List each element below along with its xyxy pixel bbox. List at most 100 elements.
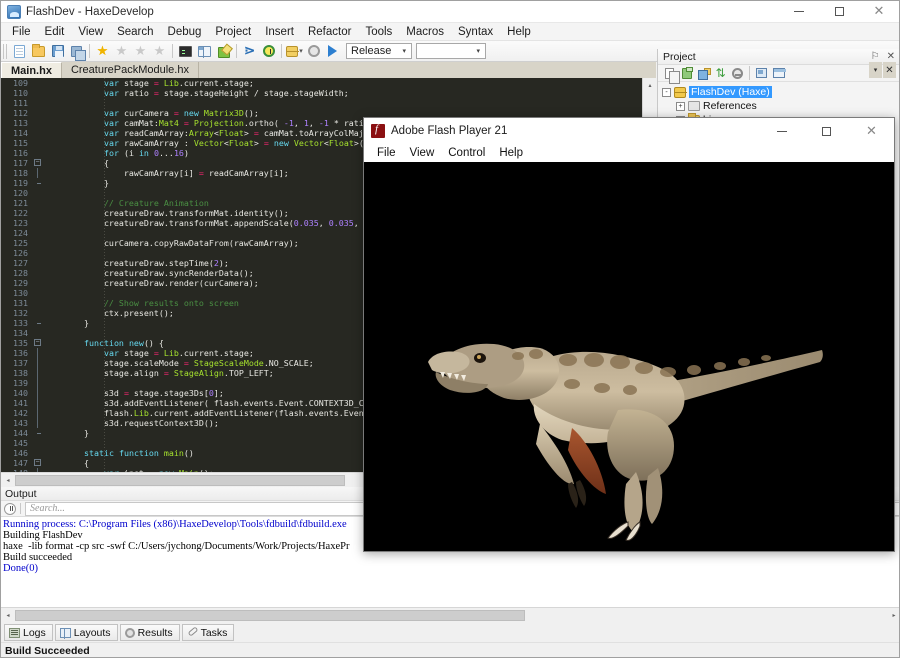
prev-bookmark-button[interactable]: ★ <box>112 42 131 60</box>
pin-icon[interactable]: ⚐ <box>867 51 884 62</box>
editor-tab-main-hx[interactable]: Main.hx <box>1 62 62 78</box>
menu-item-syntax[interactable]: Syntax <box>451 23 500 41</box>
line-number: 113 <box>1 118 32 128</box>
tree-node-references[interactable]: +References <box>662 99 900 113</box>
remove-button[interactable] <box>729 66 746 81</box>
hscroll-thumb[interactable] <box>15 475 345 486</box>
check-build-icon: ⋗ <box>244 45 256 57</box>
panels-button[interactable] <box>195 42 214 60</box>
menu-item-insert[interactable]: Insert <box>258 23 301 41</box>
output-scroll-right-icon[interactable]: ▸ <box>887 609 900 623</box>
debug-button[interactable] <box>259 42 278 60</box>
refresh-button[interactable]: ⇅ <box>712 66 729 81</box>
flash-menu-item-help[interactable]: Help <box>492 146 530 160</box>
wide-view-icon <box>773 68 785 78</box>
line-number: 122 <box>1 208 32 218</box>
menu-item-project[interactable]: Project <box>208 23 258 41</box>
scroll-up-icon[interactable]: ▴ <box>643 78 656 92</box>
menu-item-help[interactable]: Help <box>500 23 538 41</box>
code-folding-column[interactable]: − − − <box>32 78 44 472</box>
menu-item-tools[interactable]: Tools <box>358 23 399 41</box>
options-button[interactable] <box>770 66 787 81</box>
layouts-icon <box>60 628 71 638</box>
check-syntax-button[interactable]: ⋗ <box>240 42 259 60</box>
show-hidden-button[interactable] <box>753 66 770 81</box>
tab-overflow-button[interactable]: ▾ <box>869 62 882 78</box>
code-token: // Show results onto screen <box>44 298 239 308</box>
flash-menu-item-file[interactable]: File <box>370 146 403 160</box>
editor-tab-creaturepackmodule-hx[interactable]: CreaturePackModule.hx <box>62 62 199 78</box>
scroll-left-icon[interactable]: ◂ <box>1 473 15 487</box>
line-number: 142 <box>1 408 32 418</box>
output-scroll-left-icon[interactable]: ◂ <box>1 609 15 623</box>
flash-menu-item-control[interactable]: Control <box>441 146 492 160</box>
bookmark-button[interactable]: ★ <box>93 42 112 60</box>
maximize-button[interactable] <box>819 1 859 23</box>
code-token: var <box>104 128 119 138</box>
save-all-button[interactable] <box>67 42 86 60</box>
line-number: 127 <box>1 258 32 268</box>
project-close-icon[interactable]: ✕ <box>884 51 898 62</box>
code-token: creatureDraw.syncRenderData(); <box>44 268 254 278</box>
flash-maximize-button[interactable] <box>804 118 849 144</box>
edit-pencil-icon <box>217 45 230 58</box>
target-dropdown[interactable]: ▾ <box>416 43 486 59</box>
code-token: Lib <box>164 348 179 358</box>
bottom-tab-layouts[interactable]: Layouts <box>55 624 118 641</box>
code-token: readCamArray[i]; <box>204 168 289 178</box>
collapse-icon[interactable]: - <box>662 88 671 97</box>
fold-toggle-icon[interactable]: − <box>34 459 41 466</box>
bottom-tab-tasks[interactable]: Tasks <box>182 624 235 641</box>
line-number: 114 <box>1 128 32 138</box>
output-hscroll-thumb[interactable] <box>15 610 525 621</box>
output-horizontal-scrollbar[interactable]: ◂ ▸ <box>1 607 900 623</box>
menu-item-macros[interactable]: Macros <box>399 23 451 41</box>
tab-close-button[interactable]: ✕ <box>883 62 896 78</box>
code-token <box>44 118 104 128</box>
menu-item-view[interactable]: View <box>71 23 110 41</box>
minimize-button[interactable] <box>779 1 819 23</box>
save-button[interactable] <box>48 42 67 60</box>
bottom-tab-bar: LogsLayoutsResultsTasks <box>1 623 900 642</box>
code-token: Float <box>219 128 244 138</box>
fold-toggle-icon[interactable]: − <box>34 159 41 166</box>
run-button[interactable] <box>323 42 342 60</box>
fold-guide-line <box>37 388 38 398</box>
tree-node-flashdev[interactable]: -FlashDev (Haxe) <box>662 85 900 99</box>
build-project-button[interactable]: ▾ <box>285 42 304 60</box>
copy-button[interactable] <box>661 66 678 81</box>
expand-icon[interactable]: + <box>676 102 685 111</box>
console-button[interactable] <box>176 42 195 60</box>
clear-bookmarks-button[interactable]: ★ <box>150 42 169 60</box>
next-bookmark-button[interactable]: ★ <box>131 42 150 60</box>
menu-item-debug[interactable]: Debug <box>161 23 209 41</box>
pause-icon[interactable] <box>4 503 16 515</box>
menu-item-edit[interactable]: Edit <box>38 23 72 41</box>
line-number: 117 <box>1 158 32 168</box>
fold-end-marker <box>37 183 41 184</box>
code-token: () <box>184 448 194 458</box>
fold-toggle-icon[interactable]: − <box>34 339 41 346</box>
menu-item-search[interactable]: Search <box>110 23 160 41</box>
new-file-button[interactable] <box>10 42 29 60</box>
paste-button[interactable] <box>678 66 695 81</box>
close-button[interactable]: ✕ <box>859 1 899 23</box>
bottom-tab-logs[interactable]: Logs <box>4 624 53 641</box>
code-token: .NO_SCALE; <box>264 358 314 368</box>
flash-stage[interactable] <box>364 162 894 551</box>
project-settings-button[interactable] <box>304 42 323 60</box>
menu-item-refactor[interactable]: Refactor <box>301 23 358 41</box>
open-file-button[interactable] <box>29 42 48 60</box>
menu-item-file[interactable]: File <box>5 23 38 41</box>
bottom-tab-results[interactable]: Results <box>120 624 180 641</box>
code-token: creatureDraw.transformMat.identity(); <box>44 208 289 218</box>
properties-button[interactable] <box>695 66 712 81</box>
flash-player-window[interactable]: Adobe Flash Player 21 ✕ FileViewControlH… <box>363 117 895 552</box>
edit-button[interactable] <box>214 42 233 60</box>
code-token: , <box>309 118 319 128</box>
toolbar-grip[interactable] <box>3 44 8 59</box>
flash-menu-item-view[interactable]: View <box>403 146 442 160</box>
flash-close-button[interactable]: ✕ <box>849 118 894 144</box>
flash-minimize-button[interactable] <box>759 118 804 144</box>
configuration-dropdown[interactable]: Release ▾ <box>346 43 412 59</box>
